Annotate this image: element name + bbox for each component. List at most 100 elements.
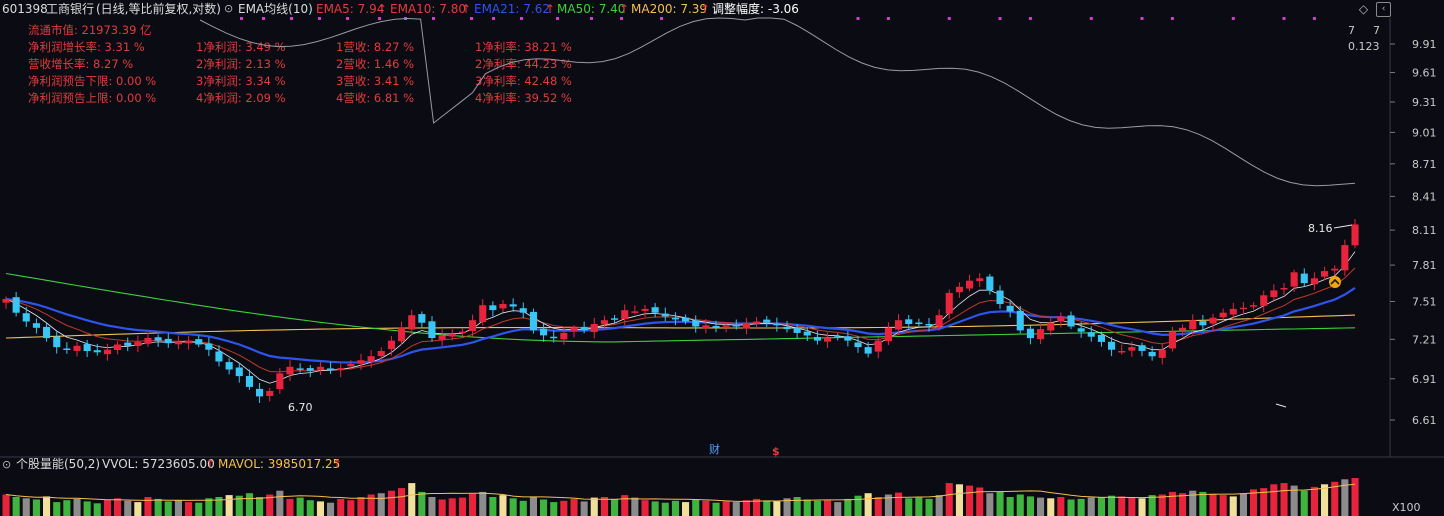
buy-signal-icon[interactable] [1329, 276, 1341, 288]
mavol-value: MAVOL: 3985017.25 [218, 457, 341, 471]
volume-bar [813, 500, 821, 516]
volume-bar [316, 501, 324, 516]
volume-bar [448, 498, 456, 516]
volume-bar [966, 485, 974, 516]
scale-label: 6.91 [1412, 373, 1437, 386]
candle-body [945, 292, 953, 314]
volume-bar [377, 493, 385, 516]
volume-bar [12, 497, 20, 516]
candle-body [854, 342, 862, 348]
volume-bar [1351, 478, 1359, 516]
volume-bar [225, 495, 233, 516]
finance-marker[interactable]: 财 [709, 442, 720, 456]
candle-body [1341, 245, 1349, 271]
candle-body [1260, 295, 1268, 306]
volume-bar [245, 493, 253, 516]
candle-body [306, 368, 314, 371]
volume-header: ⊙ 个股量能(50,2) VVOL: 5723605.00 ↑ MAVOL: 3… [0, 457, 1444, 472]
volume-bar [174, 500, 182, 516]
volume-bar [864, 493, 872, 516]
candle-body [1148, 351, 1156, 357]
candle-body [1138, 345, 1146, 351]
candle-body [793, 327, 801, 333]
price-chart[interactable]: 9.91 9.61 9.31 9.01 8.71 8.41 8.11 7.81 7.51 7.21… [0, 0, 1444, 516]
candle-body [1321, 271, 1329, 277]
volume-bar [641, 500, 649, 516]
candle-body [905, 319, 913, 324]
mavol-up-icon: ↑ [332, 457, 343, 471]
candle-body [570, 327, 578, 332]
candle-body [1168, 331, 1176, 349]
candle-body [580, 326, 588, 331]
volume-bar [550, 502, 558, 516]
candle-body [1219, 312, 1227, 318]
volume-bar [1168, 491, 1176, 516]
candle-body [316, 366, 324, 370]
volume-bar [661, 502, 669, 516]
signal-dot [346, 17, 349, 20]
moving-averages [5, 251, 1356, 384]
volume-bar [793, 497, 801, 516]
candle-body [1087, 332, 1095, 337]
volume-bar [1026, 496, 1034, 516]
signal-dot [1312, 17, 1316, 20]
volume-bar [1047, 498, 1055, 516]
candle-body [225, 362, 233, 370]
candle-body [712, 326, 720, 328]
volume-bar [438, 499, 446, 516]
candle-body [813, 337, 821, 341]
volume-bar [1280, 483, 1288, 516]
candle-body [327, 368, 335, 370]
candle-body [1047, 322, 1055, 331]
signal-dot [470, 17, 473, 20]
scale-label: 7.21 [1412, 333, 1437, 346]
volume-bar [53, 502, 61, 516]
volume-bar [560, 500, 568, 516]
volume-bar [905, 498, 913, 516]
volume-bar [22, 498, 30, 516]
candle-body [458, 331, 466, 334]
candles [2, 219, 1359, 404]
volume-bar [1087, 497, 1095, 516]
candle-body [12, 297, 20, 313]
volume-bar [590, 497, 598, 516]
volume-bar [1300, 490, 1308, 516]
index-line [199, 17, 1356, 187]
volume-bar [702, 500, 710, 516]
volume-bar [114, 498, 122, 516]
candle-body [824, 338, 832, 342]
volume-bar [1057, 497, 1065, 516]
right-scale-ticks: 9.91 9.61 9.31 9.01 8.71 8.41 8.11 7.81 7.51 7.21… [1390, 38, 1437, 427]
candle-body [1280, 288, 1288, 290]
candle-body [1057, 316, 1065, 322]
volume-bar [570, 498, 578, 516]
volume-bar [458, 497, 466, 516]
candle-body [550, 336, 558, 339]
signal-dot [1231, 17, 1235, 20]
volume-title[interactable]: 个股量能(50,2) [16, 457, 100, 472]
volume-bars [2, 478, 1359, 516]
high-label: 8.16 [1308, 222, 1333, 235]
candle-body [874, 340, 882, 352]
candle-body [32, 323, 40, 328]
volume-bar [945, 483, 953, 516]
volume-bar [1219, 495, 1227, 516]
volume-bar [296, 497, 304, 516]
scale-label: 9.91 [1412, 38, 1437, 51]
candle-body [1037, 329, 1045, 340]
low-arrow-icon [1275, 403, 1287, 408]
scale-label: 7.81 [1412, 259, 1437, 272]
volume-bar [327, 502, 335, 516]
candle-body [245, 376, 253, 387]
candle-body [1128, 347, 1136, 351]
candle-body [438, 335, 446, 340]
candle-body [986, 276, 994, 291]
volume-bar [124, 500, 132, 516]
candle-body [154, 337, 162, 341]
volume-bar [519, 500, 527, 516]
volume-bar [1310, 486, 1318, 516]
volume-bar [469, 493, 477, 516]
volume-settings-icon[interactable]: ⊙ [2, 457, 11, 472]
signal-dot [1028, 17, 1032, 20]
candle-body [469, 320, 477, 331]
